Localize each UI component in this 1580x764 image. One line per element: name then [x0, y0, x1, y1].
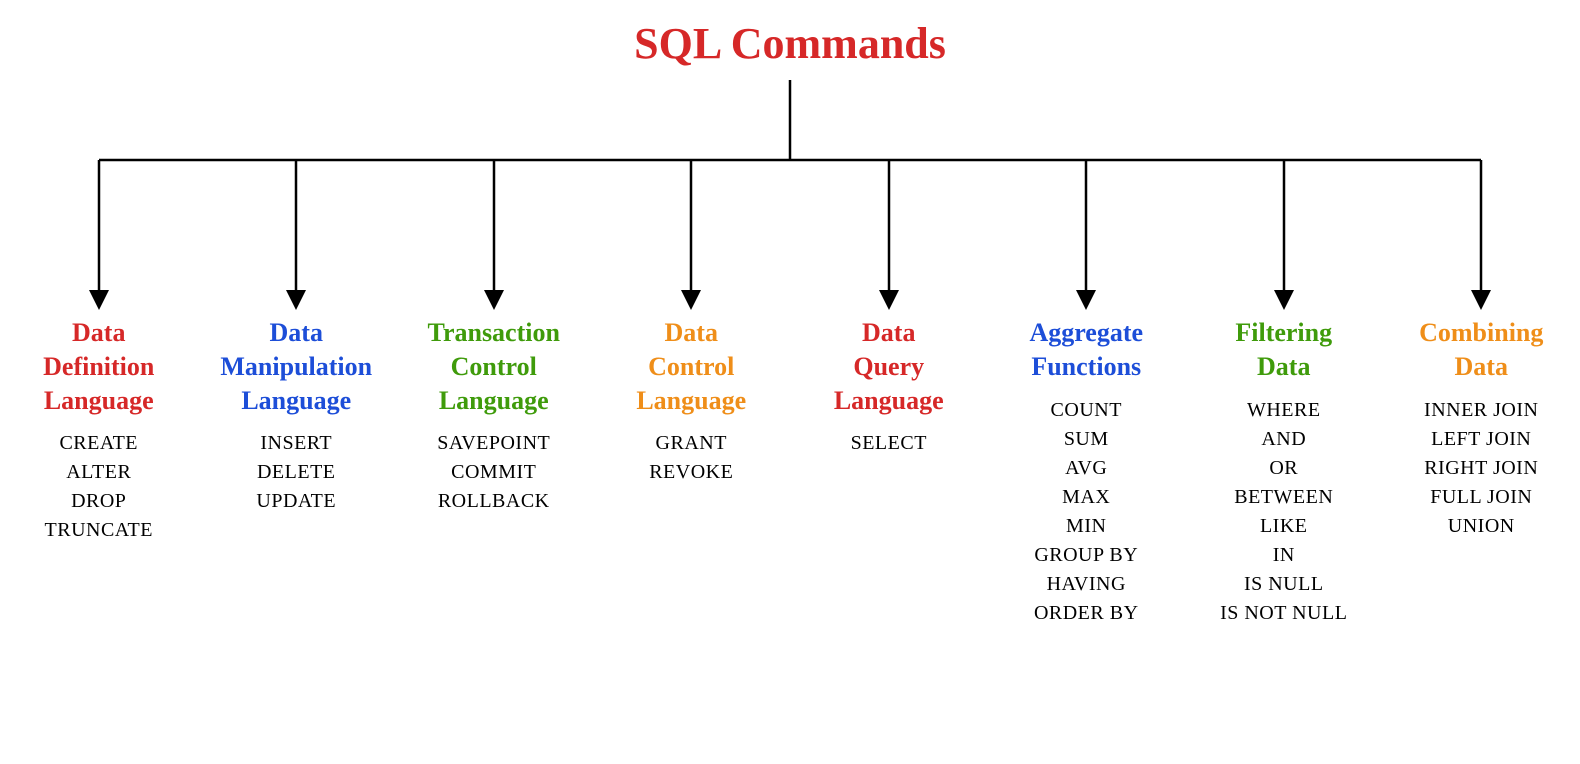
command-item: HAVING — [992, 570, 1182, 599]
command-item: RIGHT JOIN — [1387, 454, 1577, 483]
category-title-line: Data — [4, 316, 194, 350]
category-title-line: Definition — [4, 350, 194, 384]
category-title-line: Data — [794, 316, 984, 350]
category-column: CombiningData INNER JOINLEFT JOINRIGHT JO… — [1383, 316, 1580, 541]
command-item: LIKE — [1189, 512, 1379, 541]
category-column: DataControlLanguage GRANTREVOKE — [593, 316, 791, 487]
command-item: IS NOT NULL — [1189, 599, 1379, 628]
category-title-line: Aggregate — [992, 316, 1182, 350]
categories-row: DataDefinitionLanguageCREATEALTERDROPTRU… — [0, 316, 1580, 628]
category-title: DataControlLanguage — [597, 316, 787, 417]
command-list: SAVEPOINTCOMMITROLLBACK — [399, 429, 589, 516]
command-list: COUNTSUMAVGMAXMINGROUP BYHAVINGORDER BY — [992, 396, 1182, 628]
category-column: DataManipulationLanguage INSERTDELETEUPDA… — [198, 316, 396, 516]
category-column: DataQueryLanguage SELECT — [790, 316, 988, 458]
command-item: AVG — [992, 454, 1182, 483]
command-item: REVOKE — [597, 458, 787, 487]
command-list: SELECT — [794, 429, 984, 458]
category-column: AggregateFunctions COUNTSUMAVGMAXMINGROUP… — [988, 316, 1186, 628]
category-title-line: Query — [794, 350, 984, 384]
command-item: MIN — [992, 512, 1182, 541]
command-item: OR — [1189, 454, 1379, 483]
command-item: SUM — [992, 425, 1182, 454]
command-list: INSERTDELETEUPDATE — [202, 429, 392, 516]
category-title-line: Filtering — [1189, 316, 1379, 350]
category-title: DataDefinitionLanguage — [4, 316, 194, 417]
command-item: UPDATE — [202, 487, 392, 516]
category-title-line: Control — [597, 350, 787, 384]
command-item: GRANT — [597, 429, 787, 458]
command-item: COUNT — [992, 396, 1182, 425]
category-title-line: Transaction — [399, 316, 589, 350]
command-list: CREATEALTERDROPTRUNCATE — [4, 429, 194, 545]
command-item: MAX — [992, 483, 1182, 512]
command-item: FULL JOIN — [1387, 483, 1577, 512]
command-item: WHERE — [1189, 396, 1379, 425]
command-item: UNION — [1387, 512, 1577, 541]
category-title-line: Data — [202, 316, 392, 350]
category-title-line: Language — [202, 384, 392, 418]
category-title-line: Control — [399, 350, 589, 384]
category-title: AggregateFunctions — [992, 316, 1182, 384]
category-title: DataQueryLanguage — [794, 316, 984, 417]
category-title-line: Functions — [992, 350, 1182, 384]
command-item: ALTER — [4, 458, 194, 487]
command-item: BETWEEN — [1189, 483, 1379, 512]
diagram-title: SQL Commands — [634, 18, 946, 69]
category-title-line: Data — [1189, 350, 1379, 384]
category-column: FilteringDataWHEREANDORBETWEENLIKEINIS N… — [1185, 316, 1383, 628]
command-item: ORDER BY — [992, 599, 1182, 628]
command-item: GROUP BY — [992, 541, 1182, 570]
command-item: COMMIT — [399, 458, 589, 487]
command-item: SELECT — [794, 429, 984, 458]
category-column: DataDefinitionLanguage CREATEALTERDROPTRU… — [0, 316, 198, 545]
command-item: INNER JOIN — [1387, 396, 1577, 425]
category-title: FilteringData — [1189, 316, 1379, 384]
category-title-line: Manipulation — [202, 350, 392, 384]
command-item: INSERT — [202, 429, 392, 458]
command-item: IS NULL — [1189, 570, 1379, 599]
category-title-line: Data — [597, 316, 787, 350]
command-list: WHEREANDORBETWEENLIKEINIS NULLIS NOT NUL… — [1189, 396, 1379, 628]
category-title: DataManipulationLanguage — [202, 316, 392, 417]
command-item: DROP — [4, 487, 194, 516]
category-title-line: Language — [794, 384, 984, 418]
command-item: DELETE — [202, 458, 392, 487]
command-item: CREATE — [4, 429, 194, 458]
category-title-line: Language — [399, 384, 589, 418]
command-item: IN — [1189, 541, 1379, 570]
category-title: TransactionControlLanguage — [399, 316, 589, 417]
command-item: AND — [1189, 425, 1379, 454]
category-title-line: Data — [1387, 350, 1577, 384]
command-list: GRANTREVOKE — [597, 429, 787, 487]
category-title: CombiningData — [1387, 316, 1577, 384]
command-item: LEFT JOIN — [1387, 425, 1577, 454]
category-title-line: Combining — [1387, 316, 1577, 350]
command-item: SAVEPOINT — [399, 429, 589, 458]
category-title-line: Language — [597, 384, 787, 418]
category-column: TransactionControlLanguage SAVEPOINTCOMMI… — [395, 316, 593, 516]
category-title-line: Language — [4, 384, 194, 418]
command-item: TRUNCATE — [4, 516, 194, 545]
command-list: INNER JOINLEFT JOINRIGHT JOINFULL JOINUN… — [1387, 396, 1577, 541]
command-item: ROLLBACK — [399, 487, 589, 516]
